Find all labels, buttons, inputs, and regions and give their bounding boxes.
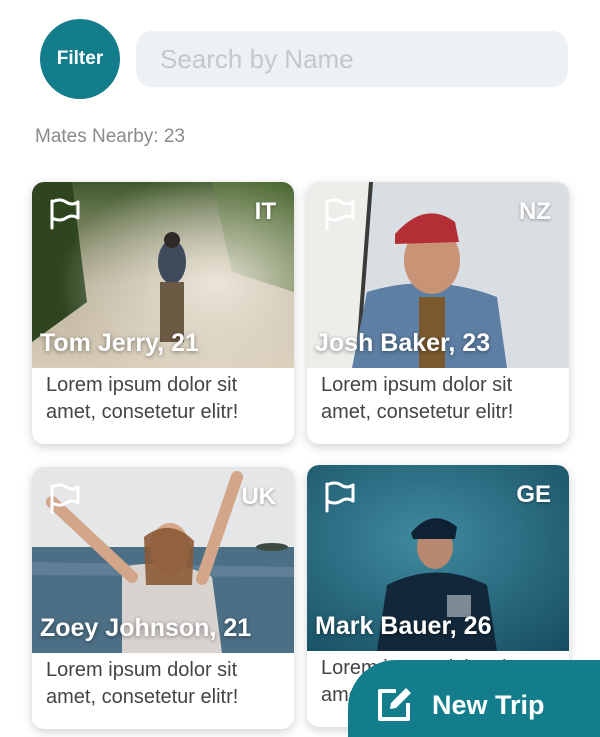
search-input[interactable]: [136, 31, 568, 87]
new-trip-button[interactable]: New Trip: [348, 660, 600, 737]
mate-name: Zoey Johnson, 21: [40, 614, 252, 642]
flag-icon[interactable]: [321, 196, 357, 232]
country-code: IT: [254, 198, 276, 225]
mate-description: Lorem ipsum dolor sit amet, consetetur e…: [46, 374, 239, 423]
country-code: NZ: [519, 198, 551, 225]
mate-description: Lorem ipsum dolor sit amet, consetetur e…: [321, 374, 514, 423]
country-code: GE: [516, 481, 551, 508]
mate-photo: GE Mark Bauer, 26: [307, 465, 569, 651]
mate-card[interactable]: NZ Josh Baker, 23 Lorem ipsum dolor sit …: [307, 182, 569, 444]
mate-description: Lorem ipsum dolor sit amet, consetetur e…: [46, 659, 239, 708]
mate-name: Mark Bauer, 26: [315, 612, 492, 640]
country-code: UK: [241, 483, 276, 510]
mate-card[interactable]: IT Tom Jerry, 21 Lorem ipsum dolor sit a…: [32, 182, 294, 444]
mate-photo: IT Tom Jerry, 21: [32, 182, 294, 368]
mates-nearby-count: Mates Nearby: 23: [35, 126, 185, 147]
new-trip-label: New Trip: [432, 689, 545, 720]
mate-photo: NZ Josh Baker, 23: [307, 182, 569, 368]
flag-icon[interactable]: [46, 196, 82, 232]
mate-photo: UK Zoey Johnson, 21: [32, 467, 294, 653]
flag-icon[interactable]: [321, 479, 357, 515]
mate-name: Josh Baker, 23: [315, 329, 491, 357]
mate-card[interactable]: UK Zoey Johnson, 21 Lorem ipsum dolor si…: [32, 467, 294, 729]
mate-name: Tom Jerry, 21: [40, 329, 199, 357]
flag-icon[interactable]: [46, 481, 82, 517]
filter-button[interactable]: Filter: [40, 19, 120, 99]
edit-icon: [378, 688, 411, 721]
